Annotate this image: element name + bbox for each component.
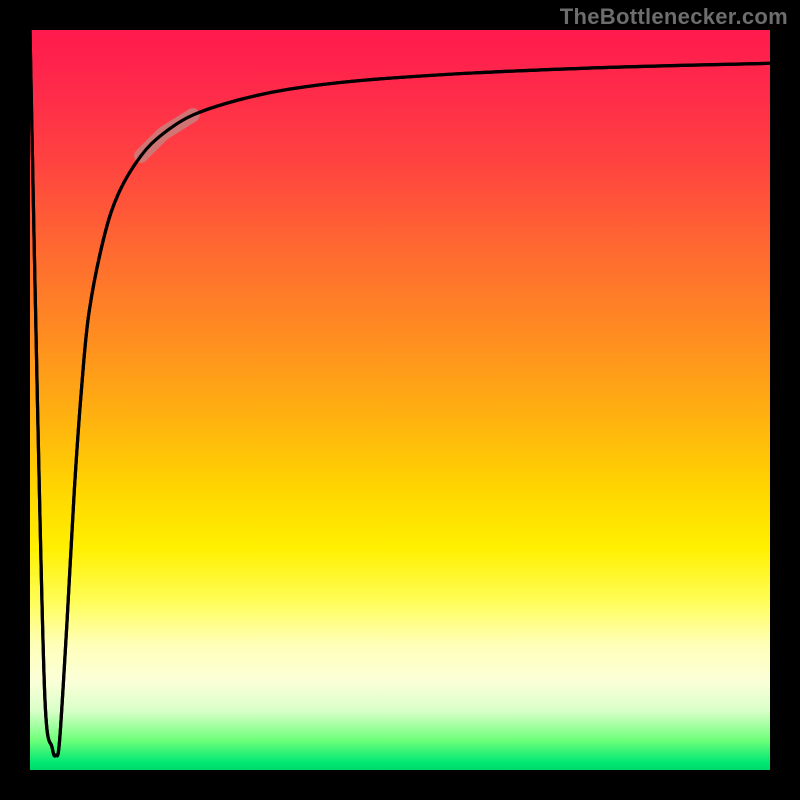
- bottleneck-curve-path: [30, 30, 770, 756]
- watermark-text: TheBottlenecker.com: [560, 4, 788, 30]
- curve-svg: [30, 30, 770, 770]
- chart-frame: TheBottlenecker.com: [0, 0, 800, 800]
- bottleneck-curve-path-top: [30, 30, 770, 756]
- plot-area: [30, 30, 770, 770]
- highlight-segment: [141, 115, 193, 156]
